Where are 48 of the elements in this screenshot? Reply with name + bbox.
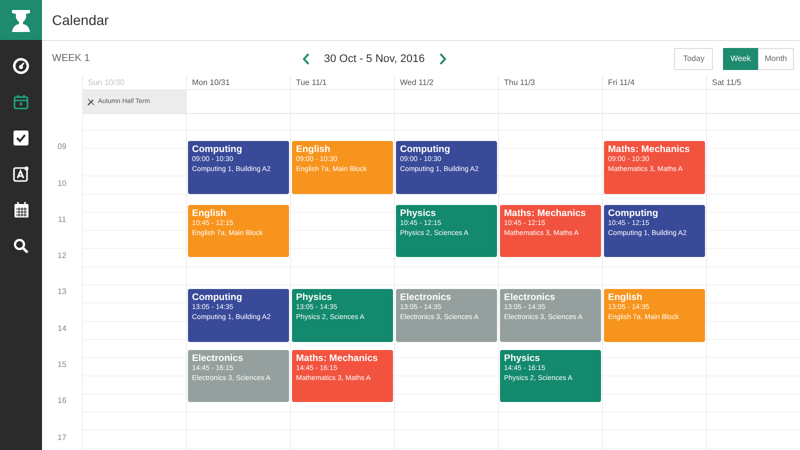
next-week-button[interactable]: [438, 52, 447, 64]
day-header: Thu 11/3: [503, 77, 536, 89]
lesson-title: Physics: [504, 352, 541, 364]
hour-label: 09: [56, 141, 68, 154]
lesson-title: Physics: [296, 292, 333, 304]
lesson-title: Maths: Mechanics: [504, 208, 587, 219]
lesson-title: English: [608, 292, 644, 304]
lesson-title: Computing: [192, 144, 244, 156]
hour-label: 16: [56, 395, 68, 408]
calendar-icon: [13, 94, 29, 110]
date-range: 30 Oct - 5 Nov, 2016: [324, 52, 425, 64]
previous-week-button[interactable]: [302, 52, 310, 64]
lesson-title: English: [296, 144, 332, 156]
today-button[interactable]: Today: [674, 48, 714, 70]
day-header: Tue 11/1: [295, 77, 328, 89]
lesson-title: Physics: [400, 208, 437, 219]
lesson-title: Computing: [608, 208, 660, 219]
calendar-grid-icon: [14, 202, 28, 218]
page-title: Calendar: [52, 12, 109, 28]
checkbox-icon: [13, 130, 29, 146]
day-header: Mon 10/31: [191, 77, 231, 89]
day-header: Wed 11/2: [399, 77, 435, 89]
lesson-title: Computing: [192, 292, 244, 304]
day-header: Fri 11/4: [607, 77, 636, 89]
search-icon: [13, 238, 29, 254]
lesson-title: Electronics: [504, 292, 556, 304]
lesson-title: Electronics: [192, 352, 244, 364]
hour-label: 14: [56, 322, 68, 335]
week-label: WEEK 1: [52, 53, 91, 64]
day-header: Sat 11/5: [711, 77, 742, 89]
hour-label: 10: [56, 178, 68, 190]
lesson-title: English: [192, 208, 228, 219]
hour-label: 15: [56, 359, 68, 371]
hour-label: 12: [56, 250, 68, 262]
lesson-title: Maths: Mechanics: [608, 144, 691, 156]
view-toggle[interactable]: Week: [723, 48, 758, 70]
chevron-left-icon: [302, 52, 310, 64]
hour-label: 11: [56, 214, 68, 226]
day-header: Sun 10/30: [87, 77, 126, 89]
gauge-icon: [12, 57, 30, 75]
chevron-right-icon: [438, 52, 447, 64]
lesson-title: Maths: Mechanics: [296, 352, 379, 364]
lesson-title: Computing: [400, 144, 452, 156]
hour-label: 13: [56, 286, 68, 298]
hour-label: 17: [56, 432, 68, 444]
letter-grade-icon: [13, 166, 29, 182]
view-toggle[interactable]: Month: [758, 48, 794, 70]
lesson-title: Electronics: [400, 292, 452, 304]
